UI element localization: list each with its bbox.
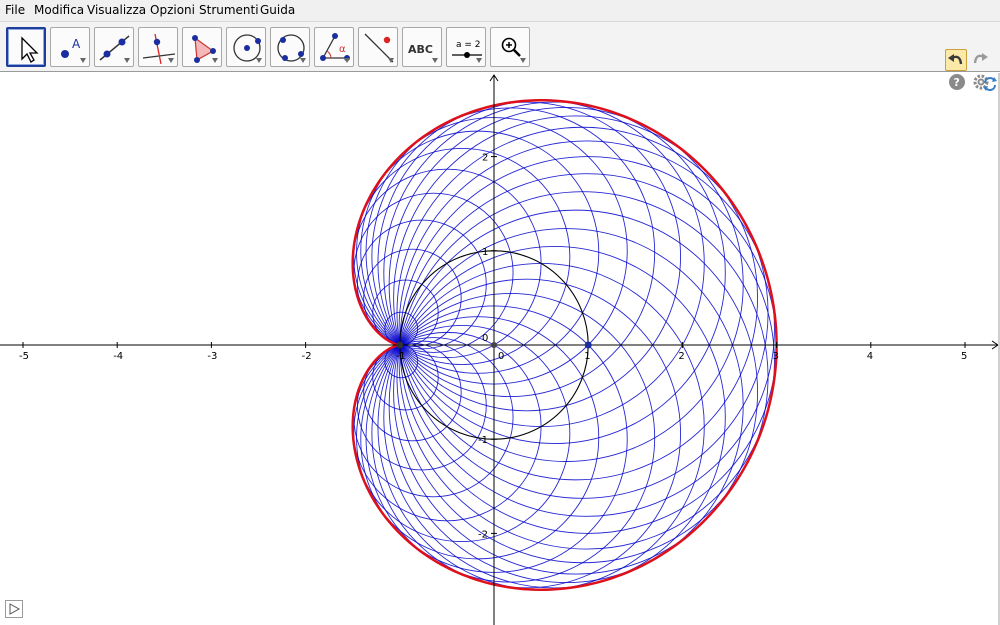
text-tool-label: ABC xyxy=(408,43,433,56)
y-tick-label: -2 xyxy=(478,529,488,540)
polygon-tool-button[interactable] xyxy=(182,27,222,67)
x-tick-label: -5 xyxy=(19,351,29,362)
point-tool-label: A xyxy=(72,37,81,51)
refresh-view-icon[interactable] xyxy=(982,76,998,92)
reflect-tool-button[interactable] xyxy=(358,27,398,67)
y-tick-label: -1 xyxy=(478,435,488,446)
graphics-view[interactable]: -5 -4 -3 -2 -1 0 1 2 3 4 5 2 1 0 -1 -2 xyxy=(0,73,1000,625)
pointer-arrow-icon xyxy=(21,36,39,63)
slider-tool-label: a = 2 xyxy=(456,40,481,50)
play-icon xyxy=(9,603,21,615)
x-tick-label: 5 xyxy=(961,351,967,362)
menu-strumenti[interactable]: Strumenti xyxy=(199,3,259,17)
undo-button[interactable] xyxy=(945,49,967,71)
menu-visualizza[interactable]: Visualizza xyxy=(87,3,146,17)
zoom-in-tool-button[interactable] xyxy=(490,27,530,67)
x-tick-label: -1 xyxy=(396,351,406,362)
move-tool-button[interactable] xyxy=(6,27,46,67)
circle-center-point-tool-button[interactable] xyxy=(226,27,266,67)
angle-tool-label: α xyxy=(339,44,346,55)
x-tick-label: 4 xyxy=(867,351,873,362)
text-tool-button[interactable]: ABC xyxy=(402,27,442,67)
center-point xyxy=(491,342,497,348)
moving-point xyxy=(584,341,592,349)
x-tick-label: 3 xyxy=(773,351,779,362)
point-tool-button[interactable]: A xyxy=(50,27,90,67)
toolbar: A α ABC a = 2 ? xyxy=(0,22,1000,90)
angle-tool-button[interactable]: α xyxy=(314,27,354,67)
circle-three-points-tool-button[interactable] xyxy=(270,27,310,67)
redo-icon xyxy=(973,53,988,64)
menu-file[interactable]: File xyxy=(5,3,25,17)
construction-canvas[interactable]: -5 -4 -3 -2 -1 0 1 2 3 4 5 2 1 0 -1 -2 xyxy=(0,73,1000,625)
menu-bar: File Modifica Visualizza Opzioni Strumen… xyxy=(0,0,1000,22)
x-tick-label: -2 xyxy=(302,351,312,362)
fixed-point xyxy=(396,341,404,349)
line-tool-button[interactable] xyxy=(94,27,134,67)
x-tick-label: 0 xyxy=(498,351,504,362)
menu-modifica[interactable]: Modifica xyxy=(34,3,84,17)
y-tick-label: 1 xyxy=(482,247,488,258)
menu-opzioni[interactable]: Opzioni xyxy=(150,3,195,17)
slider-tool-button[interactable]: a = 2 xyxy=(446,27,486,67)
x-tick-label: 2 xyxy=(678,351,684,362)
undo-icon xyxy=(948,54,963,65)
x-tick-label: -4 xyxy=(113,351,123,362)
perpendicular-line-tool-button[interactable] xyxy=(138,27,178,67)
y-tick-label: 2 xyxy=(482,153,488,164)
x-tick-label: -3 xyxy=(207,351,217,362)
redo-button[interactable] xyxy=(970,49,990,69)
x-tick-label: 1 xyxy=(584,351,590,362)
y-tick-label: 0 xyxy=(482,333,488,344)
animation-play-button[interactable] xyxy=(5,600,23,618)
menu-guida[interactable]: Guida xyxy=(260,3,295,17)
